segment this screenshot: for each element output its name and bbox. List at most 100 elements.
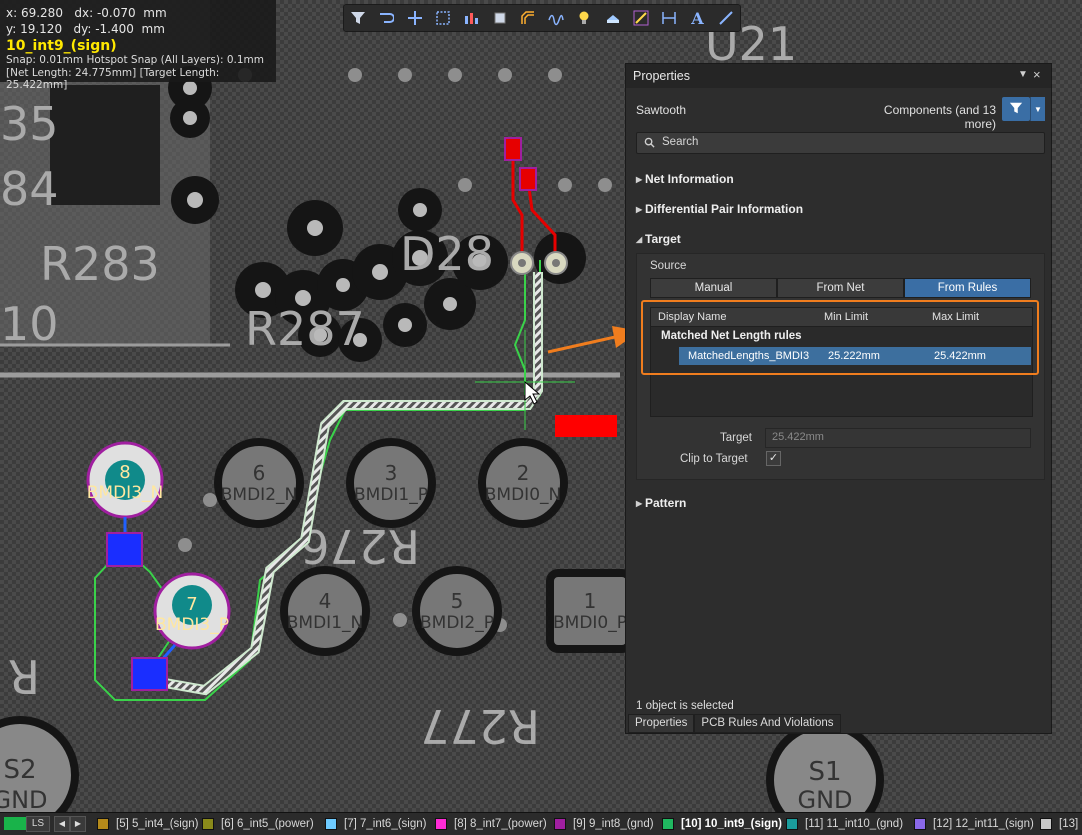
hud-y: y: 19.120 dy: -1.400 mm — [6, 22, 165, 36]
section-label: Target — [645, 232, 681, 246]
layer-tab-label: [9] 9_int8_(gnd) — [573, 818, 654, 830]
chevron-right-icon: ▶ — [636, 205, 643, 214]
layer-tab[interactable]: [12] 12_int11_(sign) — [914, 816, 1034, 832]
pad-6-num: 6 — [253, 461, 266, 485]
layer-tab[interactable]: [13] — [1040, 816, 1078, 832]
source-from-net[interactable]: From Net — [777, 278, 904, 298]
filter-icon[interactable] — [347, 7, 369, 29]
callout-highlight — [641, 300, 1039, 375]
layer-color-swatch — [554, 818, 566, 830]
source-label: Source — [650, 260, 687, 272]
silk-r283: R283 — [40, 237, 160, 291]
tab-pcb-rules[interactable]: PCB Rules And Violations — [694, 714, 841, 733]
filter-icon — [1009, 102, 1023, 114]
filter-dropdown-icon[interactable]: ▼ — [1030, 97, 1045, 121]
current-layer-swatch[interactable] — [4, 817, 26, 830]
search-input[interactable]: Search — [636, 132, 1045, 154]
length-tuning-icon[interactable] — [630, 7, 652, 29]
tab-properties[interactable]: Properties — [628, 714, 695, 733]
svg-text:84: 84 — [0, 162, 59, 216]
svg-text:4: 4 — [319, 589, 332, 613]
layer-color-swatch — [435, 818, 447, 830]
prev-layer-icon[interactable]: ◀ — [54, 816, 70, 832]
filter-button[interactable] — [1002, 97, 1030, 121]
panel-tabs: Properties PCB Rules And Violations — [628, 714, 841, 733]
tune-icon[interactable] — [545, 7, 567, 29]
svg-text:2: 2 — [517, 461, 530, 485]
layer-tab-label: [13] — [1059, 818, 1079, 830]
silk-r: R — [8, 649, 40, 703]
source-manual[interactable]: Manual — [650, 278, 777, 298]
section-target[interactable]: ◢ Target — [636, 232, 681, 246]
section-diff-pair[interactable]: ▶ Differential Pair Information — [636, 202, 803, 216]
layer-set-button[interactable]: LS — [26, 816, 50, 832]
svg-text:GND: GND — [797, 786, 852, 812]
line-icon[interactable] — [715, 7, 737, 29]
panel-title: Properties — [633, 69, 690, 83]
svg-text:BMDI2_P: BMDI2_P — [420, 613, 494, 633]
source-from-rules[interactable]: From Rules — [904, 278, 1031, 298]
dimension-icon[interactable] — [658, 7, 680, 29]
layer-tab[interactable]: [10] 10_int9_(sign) — [662, 816, 782, 832]
layer-icon[interactable] — [602, 7, 624, 29]
chip-icon[interactable] — [489, 7, 511, 29]
layer-color-swatch — [914, 818, 926, 830]
svg-text:GND: GND — [0, 786, 48, 812]
layer-tab[interactable]: [9] 9_int8_(gnd) — [554, 816, 654, 832]
section-label: Pattern — [645, 496, 687, 510]
layer-color-swatch — [97, 818, 109, 830]
object-kind: Sawtooth — [636, 103, 687, 117]
svg-text:BMDI0_P: BMDI0_P — [553, 613, 627, 633]
section-pattern[interactable]: ▶ Pattern — [636, 496, 686, 510]
layer-tab[interactable]: [5] 5_int4_(sign) — [97, 816, 198, 832]
svg-text:BMDI1_P: BMDI1_P — [354, 485, 428, 505]
hud-snap: Snap: 0.01mm Hotspot Snap (All Layers): … — [6, 54, 264, 66]
chevron-right-icon: ▶ — [636, 499, 643, 508]
silk-r287: R287 — [245, 302, 365, 356]
layer-tab-label: [8] 8_int7_(power) — [454, 818, 547, 830]
pad-6-net: BMDI2_N — [221, 485, 297, 505]
bulb-icon[interactable] — [573, 7, 595, 29]
next-layer-icon[interactable]: ▶ — [70, 816, 86, 832]
layer-tab-label: [7] 7_int6_(sign) — [344, 818, 427, 830]
layer-color-swatch — [786, 818, 798, 830]
svg-text:BMDI0_N: BMDI0_N — [485, 485, 561, 505]
target-field[interactable]: 25.422mm — [765, 428, 1031, 448]
crosshair-icon[interactable] — [404, 7, 426, 29]
search-icon — [644, 137, 655, 148]
section-net-information[interactable]: ▶ Net Information — [636, 172, 734, 186]
layer-tab[interactable]: [6] 6_int5_(power) — [202, 816, 314, 832]
selection-status: 1 object is selected — [636, 700, 734, 712]
hud-net-name: 10_int9_(sign) — [6, 38, 117, 54]
close-icon[interactable]: × — [1033, 67, 1041, 82]
select-rect-icon[interactable] — [432, 7, 454, 29]
pad-8-num: 8 — [119, 462, 130, 483]
target-value: 25.422mm — [772, 431, 824, 443]
pad-7-num: 7 — [186, 594, 197, 615]
chart-icon[interactable] — [460, 7, 482, 29]
chevron-down-icon: ◢ — [636, 235, 643, 244]
layer-tab-label: [10] 10_int9_(sign) — [681, 818, 782, 830]
section-label: Net Information — [645, 172, 734, 186]
coordinate-hud: x: 69.280 dx: -0.070 mm y: 19.120 dy: -1… — [0, 0, 276, 91]
target-label: Target — [720, 432, 752, 444]
filter-summary[interactable]: Components (and 13 more) — [858, 103, 996, 131]
layer-color-swatch — [662, 818, 674, 830]
layer-tab[interactable]: [7] 7_int6_(sign) — [325, 816, 426, 832]
layer-tab[interactable]: [11] 11_int10_(gnd) — [786, 816, 903, 832]
layer-tab-label: [6] 6_int5_(power) — [221, 818, 314, 830]
pad-7-net: BMDI3_P — [155, 615, 229, 635]
silk-d28: D28 — [400, 227, 494, 281]
source-selector: Manual From Net From Rules — [650, 278, 1031, 298]
section-label: Differential Pair Information — [645, 202, 804, 216]
layer-color-swatch — [325, 818, 337, 830]
route-icon[interactable] — [375, 7, 397, 29]
route-pair-icon[interactable] — [517, 7, 539, 29]
properties-panel: Properties ▼ × Sawtooth Components (and … — [625, 63, 1052, 734]
active-bar: A — [343, 4, 741, 32]
layer-color-swatch — [202, 818, 214, 830]
panel-menu-icon[interactable]: ▼ — [1018, 69, 1028, 80]
clip-to-target-checkbox[interactable]: ✓ — [766, 451, 781, 466]
text-icon[interactable]: A — [687, 7, 709, 29]
layer-tab[interactable]: [8] 8_int7_(power) — [435, 816, 547, 832]
